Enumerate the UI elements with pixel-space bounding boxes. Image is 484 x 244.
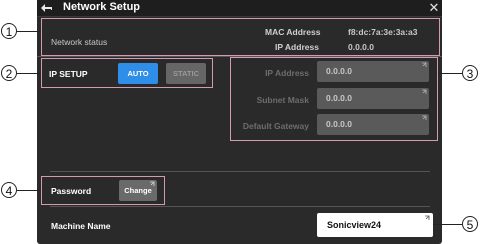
close-icon[interactable]: ✕: [427, 0, 441, 15]
divider: [50, 206, 430, 207]
callout-box-ip-fields: [230, 57, 438, 141]
leader-line: [17, 73, 41, 74]
callout-number-2: 2: [1, 65, 17, 81]
title-bar: Network Setup ✕: [37, 0, 442, 17]
callout-number-5: 5: [462, 216, 478, 232]
callout-number-1: 1: [1, 23, 17, 39]
machine-name-label: Machine Name: [51, 221, 111, 231]
machine-name-value: Sonicview24: [327, 220, 382, 230]
divider: [50, 171, 430, 172]
external-link-icon: [425, 215, 430, 220]
leader-line: [438, 73, 462, 74]
callout-box-ip-setup: [41, 58, 213, 88]
leader-line: [433, 224, 462, 225]
leader-line: [17, 190, 41, 191]
callout-box-network-status: [41, 18, 440, 56]
back-arrow-icon[interactable]: [40, 1, 54, 15]
callout-box-password: [41, 176, 165, 205]
callout-number-4: 4: [1, 182, 17, 198]
machine-name-field[interactable]: Sonicview24: [317, 213, 433, 237]
leader-line: [17, 31, 41, 32]
dialog-title: Network Setup: [63, 1, 141, 13]
callout-number-3: 3: [462, 65, 478, 81]
